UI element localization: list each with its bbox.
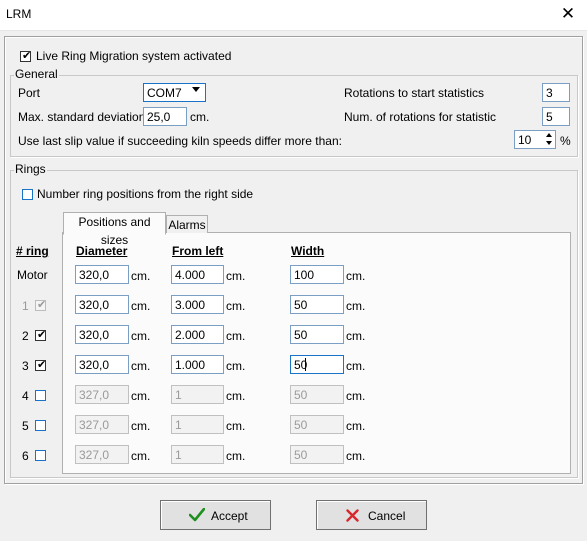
width-unit: cm.: [346, 389, 366, 403]
tab-alarms[interactable]: Alarms: [166, 215, 208, 233]
cancel-label: Cancel: [368, 509, 406, 523]
slip-unit: %: [560, 134, 571, 148]
from-left-unit: cm.: [226, 389, 246, 403]
from-left-unit: cm.: [226, 359, 246, 373]
accept-label: Accept: [211, 509, 248, 523]
width-input[interactable]: 50: [290, 295, 344, 314]
width-input[interactable]: 50: [290, 355, 344, 374]
diameter-column-header: Diameter: [76, 244, 128, 258]
check-icon: ✔: [37, 299, 47, 311]
port-value: COM7: [147, 86, 182, 100]
from-left-unit: cm.: [226, 299, 246, 313]
width-unit: cm.: [346, 449, 366, 463]
slip-spin-down[interactable]: [546, 141, 552, 145]
max-std-dev-unit: cm.: [190, 110, 210, 124]
from-left-unit: cm.: [226, 419, 246, 433]
from-left-input[interactable]: 1.000: [171, 355, 224, 374]
num-rotations-input[interactable]: 5: [542, 107, 570, 126]
ring-column-header: # ring: [16, 244, 49, 258]
diameter-input[interactable]: 320,0: [75, 325, 129, 344]
diameter-unit: cm.: [131, 389, 151, 403]
tab-alarms-label: Alarms: [168, 218, 206, 232]
from-left-input[interactable]: 4.000: [171, 265, 224, 284]
cancel-button[interactable]: Cancel: [316, 500, 427, 530]
width-input: 50: [290, 385, 344, 404]
live-ring-checkbox[interactable]: ✔: [20, 50, 32, 62]
width-input: 50: [290, 415, 344, 434]
from-left-input[interactable]: 2.000: [171, 325, 224, 344]
diameter-input: 327,0: [75, 385, 129, 404]
diameter-input[interactable]: 320,0: [75, 265, 129, 284]
width-unit: cm.: [346, 329, 366, 343]
rotations-start-input[interactable]: 3: [542, 83, 570, 102]
check-icon: ✔: [22, 50, 32, 62]
number-from-right-label: Number ring positions from the right sid…: [37, 187, 254, 201]
close-icon: [346, 509, 359, 522]
ring-label-1: 1: [22, 299, 29, 313]
width-unit: cm.: [346, 269, 366, 283]
accept-button[interactable]: Accept: [160, 500, 271, 530]
diameter-unit: cm.: [131, 359, 151, 373]
ring-2-checkbox[interactable]: ✔: [35, 329, 47, 341]
from-left-column-header: From left: [172, 244, 224, 258]
diameter-unit: cm.: [131, 269, 151, 283]
close-icon[interactable]: ✕: [553, 2, 583, 26]
diameter-input[interactable]: 320,0: [75, 295, 129, 314]
ring-label-4: 4: [22, 389, 29, 403]
diameter-input: 327,0: [75, 445, 129, 464]
diameter-unit: cm.: [131, 419, 151, 433]
ring-label-3: 3: [22, 359, 29, 373]
ring-4-checkbox[interactable]: [35, 390, 46, 401]
port-select[interactable]: COM7: [143, 83, 206, 102]
max-std-dev-input[interactable]: 25,0: [143, 107, 187, 126]
diameter-unit: cm.: [131, 449, 151, 463]
text-cursor: [305, 358, 306, 371]
slip-value: 10: [518, 133, 532, 147]
ring-5-checkbox[interactable]: [35, 420, 46, 431]
width-unit: cm.: [346, 359, 366, 373]
rotations-start-label: Rotations to start statistics: [344, 86, 485, 100]
ring-3-checkbox[interactable]: ✔: [35, 359, 47, 371]
from-left-unit: cm.: [226, 329, 246, 343]
diameter-input[interactable]: 320,0: [75, 355, 129, 374]
diameter-input: 327,0: [75, 415, 129, 434]
width-unit: cm.: [346, 299, 366, 313]
width-input: 50: [290, 445, 344, 464]
live-ring-label: Live Ring Migration system activated: [36, 49, 232, 63]
ring-label-5: 5: [22, 419, 29, 433]
num-rotations-label: Num. of rotations for statistic: [344, 110, 497, 124]
diameter-unit: cm.: [131, 329, 151, 343]
ring-6-checkbox[interactable]: [35, 450, 46, 461]
width-input[interactable]: 50: [290, 325, 344, 344]
width-unit: cm.: [346, 419, 366, 433]
check-icon: ✔: [37, 359, 47, 371]
window-title: LRM: [6, 7, 32, 21]
chevron-down-icon[interactable]: [192, 87, 200, 92]
check-icon: ✔: [37, 329, 47, 341]
diameter-unit: cm.: [131, 299, 151, 313]
width-input[interactable]: 100: [290, 265, 344, 284]
from-left-input[interactable]: 3.000: [171, 295, 224, 314]
tab-positions-and-sizes[interactable]: Positions and sizes: [63, 212, 166, 247]
from-left-input: 1: [171, 385, 224, 404]
slip-spin-up[interactable]: [546, 133, 552, 137]
max-std-dev-label: Max. standard deviation: [18, 110, 146, 124]
ring-label-2: 2: [22, 329, 29, 343]
ring-label-6: 6: [22, 449, 29, 463]
port-label: Port: [18, 86, 41, 100]
ring-label-motor: Motor: [17, 268, 48, 282]
ring-1-checkbox: ✔: [35, 299, 47, 311]
general-legend: General: [14, 67, 59, 81]
from-left-input: 1: [171, 415, 224, 434]
check-icon: [189, 508, 205, 522]
number-from-right-checkbox[interactable]: [22, 189, 33, 200]
slip-label: Use last slip value if succeeding kiln s…: [18, 134, 342, 148]
from-left-unit: cm.: [226, 269, 246, 283]
rings-legend: Rings: [14, 162, 47, 176]
width-column-header: Width: [291, 244, 325, 258]
from-left-unit: cm.: [226, 449, 246, 463]
from-left-input: 1: [171, 445, 224, 464]
title-bar: [0, 0, 587, 31]
